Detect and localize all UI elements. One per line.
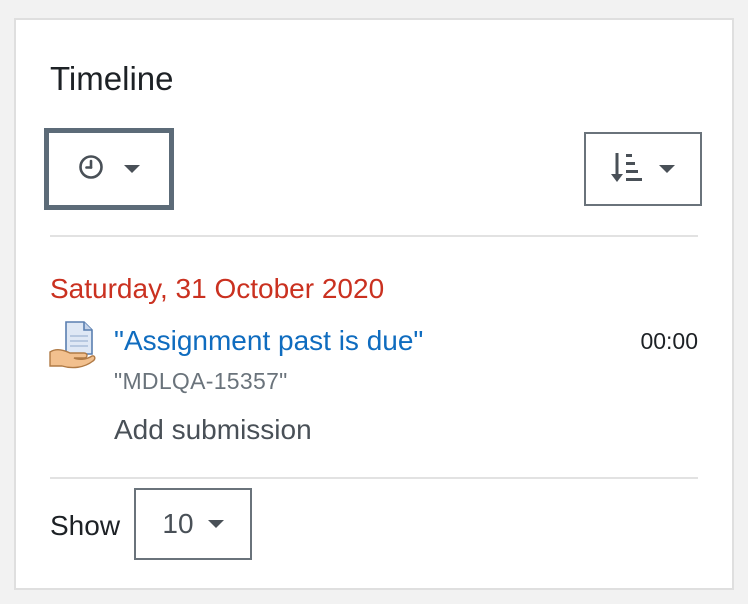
sort-amount-down-icon (611, 150, 643, 189)
timeline-block: Timeline Saturday, 31 October 2020 "Assi… (14, 18, 734, 590)
event-date-heading: Saturday, 31 October 2020 (50, 273, 385, 304)
show-count-value: 10 (162, 508, 194, 539)
divider (50, 477, 698, 479)
caret-down-icon (207, 520, 224, 528)
caret-down-icon (659, 165, 675, 173)
caret-down-icon (124, 165, 140, 173)
sort-dropdown-button[interactable] (584, 132, 702, 206)
clock-icon (78, 154, 104, 185)
show-count-dropdown[interactable]: 10 (134, 488, 252, 560)
divider (50, 235, 698, 237)
event-course-name: "MDLQA-15357" (114, 368, 288, 394)
block-title: Timeline (50, 60, 174, 97)
show-label: Show (50, 510, 121, 541)
filter-dropdown-button[interactable] (44, 128, 174, 210)
event-time: 00:00 (640, 328, 698, 354)
add-submission-action[interactable]: Add submission (114, 414, 312, 446)
event-name-link[interactable]: "Assignment past is due" (114, 325, 423, 357)
assignment-icon (48, 320, 98, 372)
